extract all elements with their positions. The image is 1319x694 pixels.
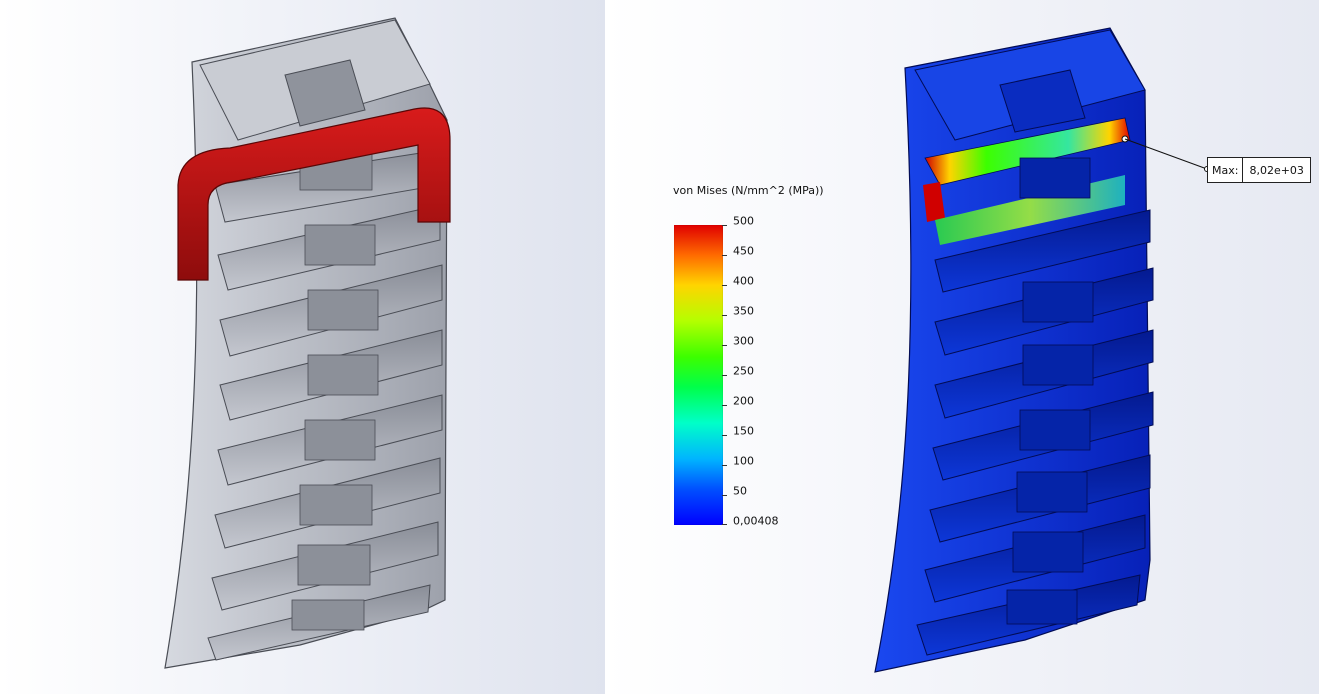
legend-label: 500: [733, 214, 754, 228]
model-viewport-right[interactable]: von Mises (N/mm^2 (MPa)) 500 450 400 350…: [605, 0, 1319, 694]
legend-tick: [722, 255, 727, 256]
stress-legend: von Mises (N/mm^2 (MPa)) 500 450 400 350…: [605, 0, 1319, 694]
legend-colorbar: [674, 225, 723, 525]
legend-title: von Mises (N/mm^2 (MPa)): [673, 184, 824, 197]
legend-tick: [722, 315, 727, 316]
legend-label: 350: [733, 304, 754, 318]
legend-label: 150: [733, 424, 754, 438]
legend-label: 200: [733, 394, 754, 408]
legend-tick: [722, 495, 727, 496]
legend-tick: [722, 465, 727, 466]
legend-label: 0,00408: [733, 514, 779, 528]
legend-label: 100: [733, 454, 754, 468]
legend-tick: [722, 405, 727, 406]
legend-label: 450: [733, 244, 754, 258]
legend-tick: [722, 435, 727, 436]
max-annotation[interactable]: Max: 8,02e+03: [1207, 157, 1311, 183]
legend-tick: [722, 285, 727, 286]
max-value: 8,02e+03: [1249, 163, 1304, 177]
legend-tick: [722, 524, 727, 525]
legend-label: 400: [733, 274, 754, 288]
legend-tick: [722, 375, 727, 376]
legend-tick: [722, 345, 727, 346]
legend-tick: [722, 225, 727, 226]
max-label: Max:: [1208, 158, 1244, 182]
legend-label: 250: [733, 364, 754, 378]
part-model-gray: [164, 17, 451, 669]
legend-label: 300: [733, 334, 754, 348]
legend-label: 50: [733, 484, 747, 498]
model-viewport-left[interactable]: [0, 0, 605, 694]
